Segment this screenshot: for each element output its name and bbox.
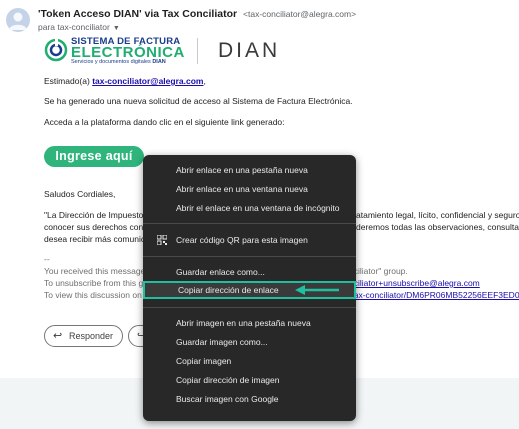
- menu-item-open-image-new-tab[interactable]: Abrir imagen en una pestaña nueva: [143, 314, 356, 332]
- disclaimer-2-left: conocer sus derechos cons: [44, 222, 148, 232]
- reply-button[interactable]: ↩ Responder: [44, 325, 123, 347]
- disclaimer-line-1: "La Dirección de Impuestos atamiento leg…: [44, 210, 519, 220]
- logo-divider: [197, 38, 198, 64]
- group-footer-1-right: nciliator" group.: [349, 266, 408, 276]
- group-footer-line-2: To unsubscribe from this gr nciliator+un…: [44, 278, 480, 288]
- reply-icon: ↩: [53, 330, 63, 342]
- subject-line: 'Token Acceso DIAN' via Tax Conciliator …: [38, 8, 356, 20]
- closing: Saludos Cordiales,: [44, 189, 116, 199]
- email-header: 'Token Acceso DIAN' via Tax Conciliator …: [6, 6, 519, 34]
- group-footer-1-left: You received this message: [44, 266, 146, 276]
- greeting: Estimado(a) tax-conciliator@alegra.com,: [44, 76, 206, 86]
- menu-item-create-qr[interactable]: Crear código QR para esta imagen: [143, 231, 356, 249]
- menu-item-open-link-new-tab[interactable]: Abrir enlace en una pestaña nueva: [143, 161, 356, 179]
- qr-code-icon: [157, 235, 167, 245]
- menu-item-copy-link-address[interactable]: Copiar dirección de enlace: [143, 281, 356, 299]
- disclaimer-line-3: desea recibir más comunica: [44, 234, 150, 244]
- ingrese-aqui-button[interactable]: Ingrese aquí: [44, 146, 144, 167]
- sender-name: 'Token Acceso DIAN' via Tax Conciliator: [38, 8, 238, 20]
- email-logos: SISTEMA DE FACTURA ELECTRÓNICA Servicios…: [44, 36, 344, 66]
- recipient-line[interactable]: para tax-conciliator ▼: [38, 22, 120, 32]
- menu-item-copy-image[interactable]: Copiar imagen: [143, 352, 356, 370]
- group-footer-2-left: To unsubscribe from this gr: [44, 278, 147, 288]
- caret-down-icon[interactable]: ▼: [113, 25, 120, 32]
- disclaimer-1-right: atamiento legal, lícito, confidencial y …: [356, 210, 519, 220]
- disclaimer-line-2: conocer sus derechos cons deremos todas …: [44, 222, 519, 232]
- menu-item-copy-image-address[interactable]: Copiar dirección de imagen: [143, 371, 356, 389]
- avatar[interactable]: [6, 8, 30, 32]
- paragraph-2: Acceda a la plataforma dando clic en el …: [44, 117, 285, 127]
- disclaimer-1-left: "La Dirección de Impuestos: [44, 210, 148, 220]
- group-footer-line-3: To view this discussion on /tax-concilia…: [44, 290, 519, 300]
- greeting-email-link[interactable]: tax-conciliator@alegra.com: [92, 76, 203, 86]
- menu-separator: [143, 256, 356, 257]
- logo-line-3a: Servicios y documentos digitales: [71, 59, 153, 65]
- pointer-arrow-icon: [295, 285, 339, 295]
- menu-separator: [143, 223, 356, 224]
- paragraph-1: Se ha generado una nueva solicitud de ac…: [44, 96, 353, 106]
- menu-item-save-image-as[interactable]: Guardar imagen como...: [143, 333, 356, 351]
- logo-line-3b: DIAN: [152, 59, 166, 65]
- sender-email: <tax-conciliator@alegra.com>: [243, 9, 357, 19]
- recipient-label: para tax-conciliator: [38, 22, 110, 32]
- reply-label: Responder: [69, 331, 114, 341]
- menu-item-copy-link-address-label: Copiar dirección de enlace: [178, 285, 279, 295]
- discussion-link[interactable]: /tax-conciliator/DM6PR06MB52256EEF3ED0: [349, 290, 519, 300]
- group-footer-line-1: You received this message nciliator" gro…: [44, 266, 408, 276]
- greeting-prefix: Estimado(a): [44, 76, 93, 86]
- menu-item-open-link-new-window[interactable]: Abrir enlace en una ventana nueva: [143, 180, 356, 198]
- menu-separator: [143, 307, 356, 308]
- factura-electronica-logo-icon: [44, 38, 68, 62]
- menu-item-save-link-as[interactable]: Guardar enlace como...: [143, 263, 356, 281]
- logo-line-3: Servicios y documentos digitales DIAN: [71, 59, 166, 65]
- unsubscribe-link[interactable]: nciliator+unsubscribe@alegra.com: [349, 278, 480, 288]
- signature-dashes: --: [44, 254, 50, 264]
- person-icon: [9, 12, 27, 30]
- menu-item-create-qr-label: Crear código QR para esta imagen: [176, 235, 308, 245]
- context-menu: Abrir enlace en una pestaña nueva Abrir …: [143, 155, 356, 421]
- menu-item-open-link-incognito[interactable]: Abrir el enlace en una ventana de incógn…: [143, 199, 356, 217]
- group-footer-3-left: To view this discussion on: [44, 290, 142, 300]
- menu-item-search-image-google[interactable]: Buscar imagen con Google: [143, 390, 356, 408]
- disclaimer-2-right: deremos todas las observaciones, consult…: [356, 222, 519, 232]
- dian-logo: DIAN: [218, 39, 281, 62]
- greeting-suffix: ,: [203, 76, 206, 86]
